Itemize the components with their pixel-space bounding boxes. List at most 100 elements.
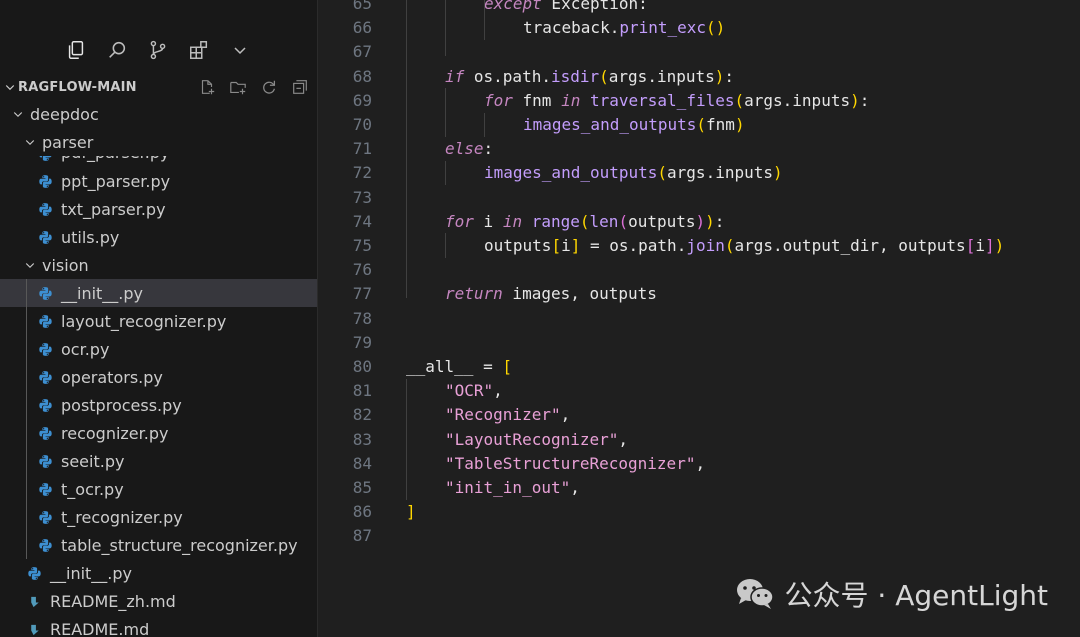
code-token: ) — [850, 90, 860, 110]
line-number: 72 — [352, 163, 372, 183]
line-number: 79 — [352, 332, 372, 352]
watermark-text: 公众号 · AgentLight — [784, 579, 1048, 612]
source-control-icon[interactable] — [144, 36, 172, 64]
code-token: print_exc — [619, 18, 707, 38]
code-token: args.inputs — [744, 90, 851, 110]
refresh-icon[interactable] — [258, 76, 280, 98]
code-text: images_and_outputs(args.inputs) — [484, 161, 783, 185]
code-token: traceback. — [523, 18, 620, 38]
tree-item-label: recognizer.py — [61, 423, 169, 443]
code-line: 79 — [318, 331, 1080, 355]
code-token: except — [484, 0, 542, 13]
tree-item-label: txt_parser.py — [61, 199, 166, 219]
line-number: 77 — [352, 284, 372, 304]
search-icon[interactable] — [103, 36, 131, 64]
line-number: 84 — [352, 453, 372, 473]
python-file-icon — [37, 509, 53, 525]
tree-file-layout-recognizer-py[interactable]: layout_recognizer.py — [0, 307, 317, 335]
code-line: 69 for fnm in traversal_files(args.inputs… — [318, 89, 1080, 113]
wechat-logo-icon — [735, 576, 775, 612]
code-text: except Exception: — [484, 0, 648, 16]
explorer-section-header[interactable]: RAGFLOW-MAIN — [0, 74, 317, 100]
markdown-file-icon — [26, 621, 42, 637]
explorer-icon[interactable] — [62, 36, 90, 64]
tree-folder-parser[interactable]: parser — [0, 128, 317, 156]
tree-folder-vision[interactable]: vision — [0, 251, 317, 279]
indent-guide — [445, 233, 446, 258]
explorer-actions — [187, 74, 311, 100]
code-text: for fnm in traversal_files(args.inputs): — [484, 89, 869, 113]
tree-item-label: table_structure_recognizer.py — [61, 535, 298, 555]
indent-guide — [406, 379, 407, 500]
code-token: ] — [984, 236, 995, 255]
code-line: 86] — [318, 500, 1080, 524]
code-text: "TableStructureRecognizer", — [445, 452, 705, 476]
tree-file-init-py[interactable]: __init__.py — [0, 559, 317, 587]
tree-file-seeit-py[interactable]: seeit.py — [0, 447, 317, 475]
new-file-icon[interactable] — [196, 76, 218, 98]
python-file-icon — [37, 229, 53, 245]
code-text: for i in range(len(outputs)): — [445, 210, 724, 234]
workspace-title: RAGFLOW-MAIN — [18, 79, 137, 95]
code-line: 78 — [318, 307, 1080, 331]
code-token: , — [560, 405, 571, 425]
tree-file-operators-py[interactable]: operators.py — [0, 363, 317, 391]
code-line: 84 "TableStructureRecognizer", — [318, 452, 1080, 476]
code-token: , — [618, 429, 629, 449]
code-token: images_and_outputs — [523, 115, 697, 134]
tree-file-postprocess-py[interactable]: postprocess.py — [0, 391, 317, 419]
code-text: "OCR", — [445, 379, 503, 403]
python-file-icon — [37, 341, 53, 357]
code-line: 82 "Recognizer", — [318, 403, 1080, 427]
code-token: in — [561, 90, 581, 110]
extensions-icon[interactable] — [185, 36, 213, 64]
tree-item-label: __init__.py — [50, 563, 133, 583]
tree-file-readme-zh-md[interactable]: README_zh.md — [0, 587, 317, 615]
code-token: [ — [965, 236, 976, 255]
line-number: 68 — [352, 66, 372, 86]
tree-item-label: deepdoc — [30, 104, 99, 124]
code-editor[interactable]: 65 except Exception: 66 traceback.print_exc… — [318, 0, 1080, 637]
line-number: 85 — [352, 478, 372, 497]
code-token: = os.path. — [580, 236, 687, 255]
tree-file-ppt-parser-py[interactable]: ppt_parser.py — [0, 167, 317, 195]
new-folder-icon[interactable] — [227, 76, 249, 98]
tree-file-recognizer-py[interactable]: recognizer.py — [0, 419, 317, 447]
code-token: outputs — [484, 236, 552, 255]
collapse-all-icon[interactable] — [289, 76, 311, 98]
code-token: ( — [696, 115, 707, 134]
code-line: 87 — [318, 524, 1080, 548]
tree-file-t-ocr-py[interactable]: t_ocr.py — [0, 475, 317, 503]
code-line: 73 — [318, 186, 1080, 210]
code-token: [ — [551, 236, 562, 255]
tree-folder-deepdoc[interactable]: deepdoc — [0, 100, 317, 128]
tree-file-ocr-py[interactable]: ocr.py — [0, 335, 317, 363]
tree-file-t-recognizer-py[interactable]: t_recognizer.py — [0, 503, 317, 531]
code-token: fnm — [512, 90, 562, 110]
tree-file-table-structure-recognizer-py[interactable]: table_structure_recognizer.py — [0, 531, 317, 559]
explorer-sidebar: RAGFLOW-MAIN deepdoc parser ppt_parser.p… — [0, 0, 318, 637]
tree-file-init-py[interactable]: __init__.py — [0, 279, 317, 307]
code-token: : — [859, 90, 870, 110]
code-token: "TableStructureRecognizer" — [445, 453, 696, 473]
code-token: if — [445, 66, 465, 86]
code-token: return — [445, 284, 503, 304]
line-number: 81 — [352, 381, 372, 401]
tree-file-txt-parser-py[interactable]: txt_parser.py — [0, 195, 317, 223]
chevron-down-icon[interactable] — [226, 36, 254, 64]
tree-file-readme-md[interactable]: README.md — [0, 615, 317, 637]
code-line: 85 "init_in_out", — [318, 476, 1080, 500]
code-token: ( — [724, 236, 735, 255]
indent-guide — [445, 161, 446, 185]
chevron-down-icon — [2, 81, 18, 93]
code-token: i — [473, 211, 503, 231]
chevron-down-icon — [10, 106, 26, 122]
code-line: 77 return images, outputs — [318, 282, 1080, 306]
tree-file-utils-py[interactable]: utils.py — [0, 223, 317, 251]
line-number: 70 — [352, 115, 372, 134]
code-token: ) — [695, 211, 706, 231]
code-token: traversal_files — [589, 90, 735, 110]
indent-guide — [445, 88, 446, 137]
code-line: 81 "OCR", — [318, 379, 1080, 403]
code-text: images_and_outputs(fnm) — [523, 113, 745, 137]
